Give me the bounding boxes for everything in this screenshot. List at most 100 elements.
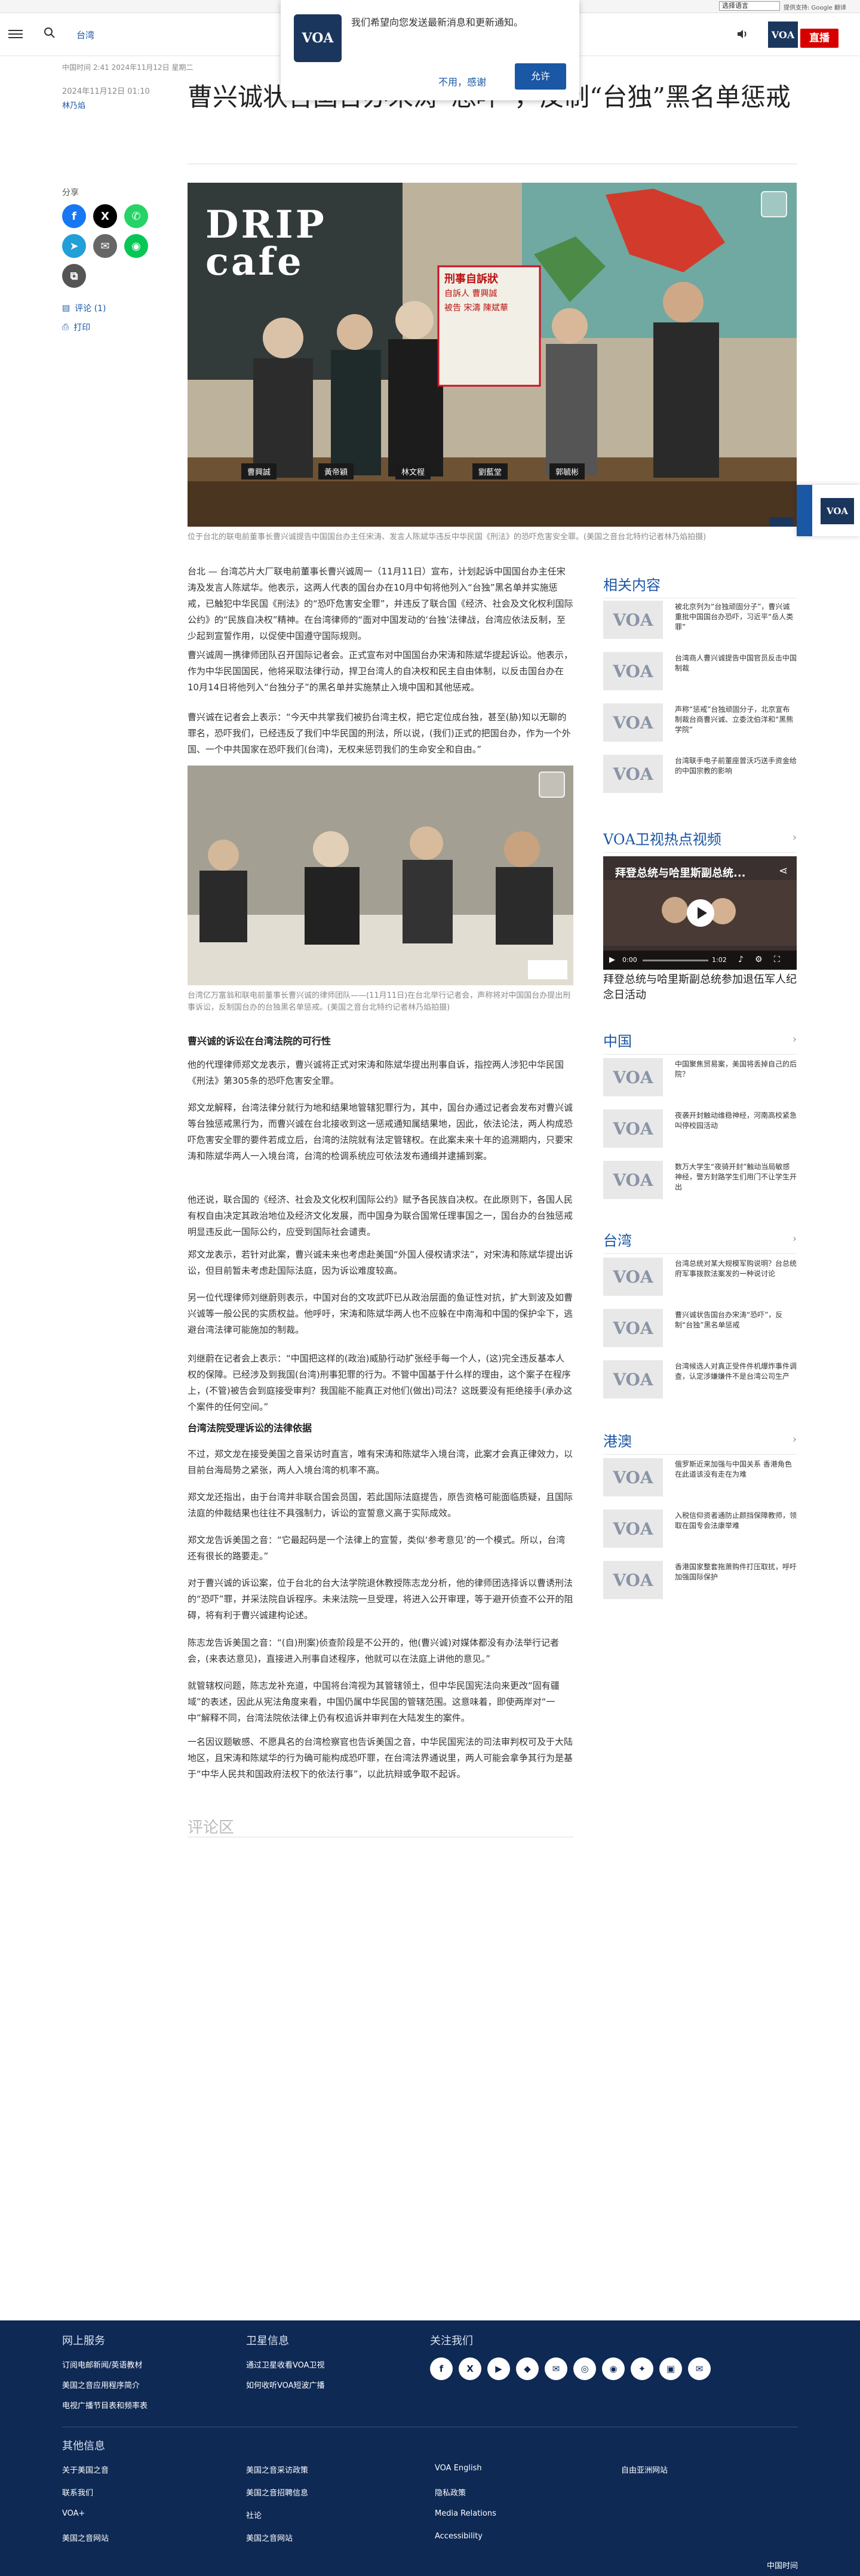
footer-link[interactable]: 电视广播节目表和频率表 [62, 2399, 148, 2411]
live-button[interactable]: 直播 [800, 29, 838, 48]
thumbnail: VOA [603, 755, 663, 793]
thumbnail: VOA [603, 1258, 663, 1296]
article-paragraph: 另一位代理律师刘继蔚则表示，中国对台的文攻武吓已从政治层面的鱼证性对抗，扩大到波… [188, 1292, 573, 1335]
line-icon[interactable]: ◉ [124, 234, 148, 258]
hk-item[interactable]: VOA 香港国家整套拖萧购件打压取扰，呼吁加强国际保护 [603, 1561, 797, 1604]
taiwan-heading[interactable]: 台湾 › [603, 1229, 797, 1254]
footer-link[interactable]: VOA+ [62, 2509, 85, 2518]
video-controls: ▶ 0:00 1:02 ♪ ⚙ ⛶ [603, 951, 797, 970]
rss-icon[interactable]: ✦ [631, 2357, 653, 2380]
footer-link[interactable]: 联系我们 [62, 2486, 93, 2498]
volume-icon[interactable]: ♪ [738, 955, 744, 964]
thumb-logo: VOA [613, 1267, 653, 1287]
thumb-logo: VOA [613, 1518, 653, 1539]
footer-link[interactable]: 美国之音招聘信息 [246, 2486, 308, 2498]
comment-icon: ▤ [62, 303, 70, 313]
newsletter-icon[interactable]: ✉ [688, 2357, 711, 2380]
menu-icon[interactable] [8, 27, 23, 39]
taiwan-heading-label: 台湾 [603, 1232, 632, 1249]
china-item[interactable]: VOA 数万大学生“夜骑开封”触动当局敏感神经，警方封路学生们用门不让学生开出 [603, 1161, 797, 1204]
footer-link[interactable]: 如何收听VOA短波广播 [246, 2379, 325, 2390]
youtube-icon[interactable]: ▶ [487, 2357, 510, 2380]
taiwan-item[interactable]: VOA 台湾总统对某大规模军购说明？台总统府军事拨款法案发的一种说讨论 [603, 1258, 797, 1301]
related-item[interactable]: VOA 台湾商人曹兴诚提告中国官员反击中国制裁 [603, 652, 797, 695]
video-overlay-title: 拜登总统与哈里斯副总统... [615, 867, 746, 880]
video-player[interactable]: 拜登总统与哈里斯副总统... ⋖ ▶ 0:00 1:02 ♪ ⚙ ⛶ [603, 856, 797, 970]
x-icon[interactable]: X [93, 204, 117, 228]
app-icon[interactable]: ▣ [659, 2357, 682, 2380]
share-icon[interactable]: ⋖ [779, 865, 788, 877]
related-item[interactable]: VOA 台湾联手电子前董座曾沃巧送手资金给的中国宗教的影响 [603, 755, 797, 798]
china-item[interactable]: VOA 夜袭开封触动维稳神经，河南高校紧急叫停校园活动 [603, 1109, 797, 1152]
china-item-title: 夜袭开封触动维稳神经，河南高校紧急叫停校园活动 [675, 1111, 797, 1130]
related-heading[interactable]: 相关内容 [603, 573, 797, 598]
footer-link[interactable]: 美国之音应用程序简介 [62, 2379, 140, 2390]
footer-link[interactable]: 隐私政策 [435, 2486, 466, 2498]
expand-icon[interactable] [761, 191, 787, 217]
footer-link[interactable]: 自由亚洲网站 [621, 2464, 668, 2475]
video-heading[interactable]: VOA卫视热点视频 › [603, 828, 797, 853]
notification-prompt: VOA 我们希望向您发送最新消息和更新通知。 不用，感谢 允许 [281, 0, 579, 100]
related-item[interactable]: VOA 被北京列为“台独顽固分子”，曹兴诚重批中国国台办恐吓，习近平“岳人类罪” [603, 601, 797, 644]
footer-link[interactable]: Accessibility [435, 2532, 483, 2541]
hk-heading[interactable]: 港澳 › [603, 1430, 797, 1455]
settings-icon[interactable]: ⚙ [755, 955, 763, 964]
share-row-3: ⧉ [62, 264, 158, 288]
telegram-icon[interactable]: ◆ [516, 2357, 539, 2380]
thumbnail: VOA [603, 1161, 663, 1199]
x-icon[interactable]: X [459, 2357, 481, 2380]
telegram-icon[interactable]: ➤ [62, 234, 86, 258]
email-icon[interactable]: ✉ [93, 234, 117, 258]
article-image-2 [188, 766, 573, 985]
publish-date: 2024年11月12日 01:10 [62, 87, 150, 96]
allow-button[interactable]: 允许 [515, 63, 566, 90]
voa-logo[interactable]: VOA [768, 21, 798, 48]
article-paragraph: 刘继蔚在记者会上表示：“中国把这样的(政治)威胁行动扩张经手每一个人，(这)完全… [188, 1353, 573, 1412]
comments-link[interactable]: ▤ 评论 (1) [62, 302, 106, 314]
footer-link[interactable]: VOA English [435, 2464, 482, 2473]
footer-link[interactable]: 美国之音采访政策 [246, 2464, 308, 2475]
instagram-icon[interactable]: ◎ [573, 2357, 596, 2380]
footer-link[interactable]: 社论 [246, 2509, 262, 2520]
speaker-icon[interactable] [736, 27, 749, 41]
nameplate: 林文程 [395, 463, 431, 479]
print-link[interactable]: ⎙ 打印 [62, 321, 90, 333]
play-small-icon[interactable]: ▶ [609, 955, 615, 964]
play-button[interactable] [687, 899, 714, 927]
comments-heading: 评论区 [188, 1819, 235, 1837]
footer-link[interactable]: 美国之音网站 [246, 2532, 293, 2543]
search-icon[interactable] [43, 26, 56, 39]
language-select[interactable]: 选择语言 [719, 1, 780, 11]
facebook-icon[interactable]: f [62, 204, 86, 228]
footer-link[interactable]: 订阅电邮新闻/英语教材 [62, 2359, 142, 2370]
footer-link[interactable]: 美国之音网站 [62, 2532, 109, 2543]
thumb-logo: VOA [613, 1067, 653, 1087]
taiwan-item[interactable]: VOA 台湾候选人对真正受件件机爆炸事件调查，认定涉嫌嫌件不是台湾公司生产 [603, 1360, 797, 1403]
comments-link-label: 评论 (1) [75, 304, 106, 313]
expand-icon[interactable] [539, 771, 565, 798]
whatsapp-icon[interactable]: ✆ [124, 204, 148, 228]
taiwan-item[interactable]: VOA 曹兴诚状告国台办宋涛“恐吓”，反制“台独”黑名单惩戒 [603, 1309, 797, 1352]
hk-item[interactable]: VOA 俄罗斯近来加强与中国关系 香港角色在此道该没有走在为难 [603, 1458, 797, 1501]
floating-voa-logo: VOA [821, 498, 854, 524]
related-item[interactable]: VOA 声称“惩戒”台独顽固分子，北京宣布制裁台商曹兴诚、立委沈伯洋和“黑熊学院… [603, 703, 797, 746]
hk-item[interactable]: VOA 入税信仰资者通防止颜挡保障教师，领取在国专会法康举难 [603, 1510, 797, 1553]
china-heading[interactable]: 中国 › [603, 1029, 797, 1055]
china-item[interactable]: VOA 中国聚焦贸易案，美国将丢掉自己的后院？ [603, 1058, 797, 1101]
floating-voa-tab[interactable]: VOA [797, 485, 860, 536]
video-title[interactable]: 拜登总统与哈里斯副总统参加退伍军人纪念日活动 [603, 972, 797, 1003]
facebook-icon[interactable]: f [430, 2357, 453, 2380]
region-link[interactable]: 台湾 [76, 29, 94, 41]
footer-link[interactable]: 通过卫星收看VOA卫视 [246, 2359, 325, 2370]
hero-image: DRIP cafe 刑事自訴狀 自訴人 曹興誠 被告 宋濤 陳斌華 曹興誠 黃帝… [188, 183, 797, 527]
translate-powered-by[interactable]: 提供支持: Google 翻译 [784, 2, 846, 11]
footer-link[interactable]: 关于美国之音 [62, 2464, 109, 2475]
fullscreen-icon[interactable]: ⛶ [774, 955, 780, 964]
decline-button[interactable]: 不用，感谢 [432, 67, 492, 96]
podcast-icon[interactable]: ◉ [602, 2357, 625, 2380]
copy-link-icon[interactable]: ⧉ [62, 264, 86, 288]
author-link[interactable]: 林乃焰 [62, 99, 85, 110]
email-icon[interactable]: ✉ [545, 2357, 567, 2380]
video-progress[interactable] [643, 960, 708, 961]
footer-link[interactable]: Media Relations [435, 2509, 496, 2518]
